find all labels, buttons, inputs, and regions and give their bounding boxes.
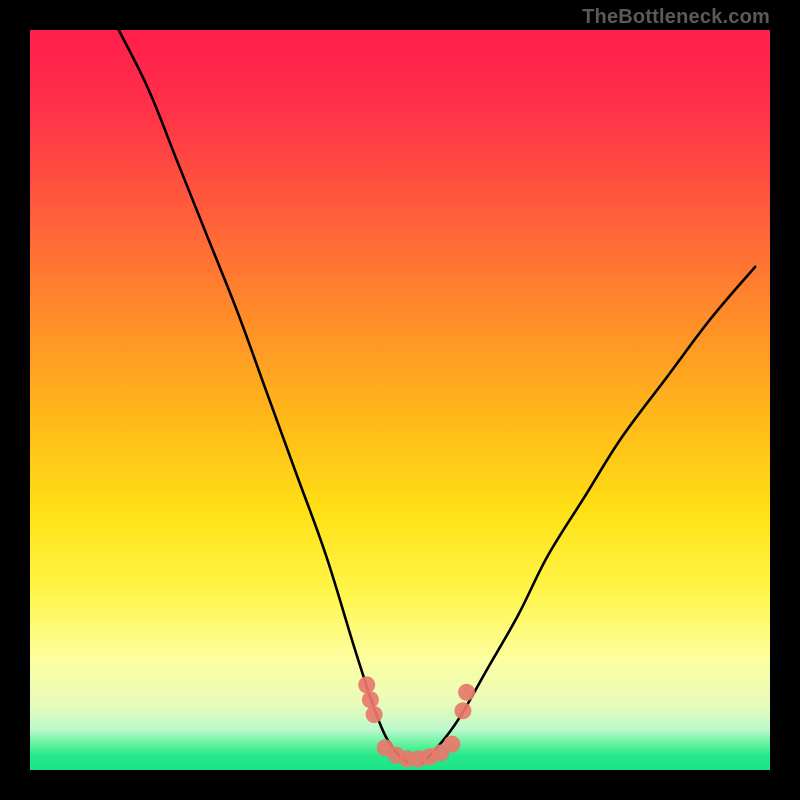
data-marker xyxy=(443,736,460,753)
data-marker xyxy=(366,706,383,723)
plot-area xyxy=(30,30,770,770)
chart-frame: TheBottleneck.com xyxy=(0,0,800,800)
data-marker xyxy=(454,702,471,719)
curve-layer xyxy=(30,30,770,770)
data-marker xyxy=(358,676,375,693)
curve-left xyxy=(119,30,408,763)
watermark-text: TheBottleneck.com xyxy=(582,6,770,29)
data-marker xyxy=(362,691,379,708)
data-marker xyxy=(458,684,475,701)
